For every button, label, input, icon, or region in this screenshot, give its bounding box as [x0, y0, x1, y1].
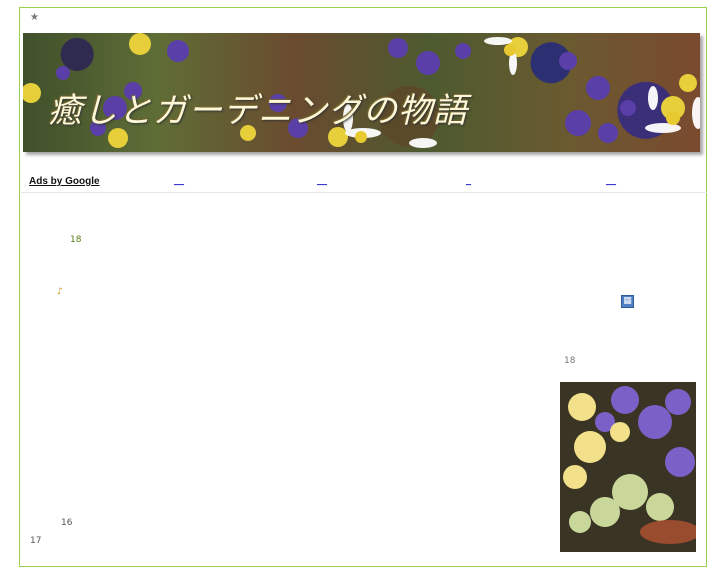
music-note-icon: ♪	[57, 287, 63, 297]
pansy-image	[560, 382, 696, 552]
site-title[interactable]: 癒しとガーデニングの物語	[48, 83, 468, 132]
ads-by-google-link[interactable]: Ads by Google	[29, 176, 100, 187]
sidebar-date: 18	[564, 356, 576, 366]
day-label-16: 16	[61, 518, 73, 528]
ad-link-3[interactable]: _	[466, 175, 471, 186]
calendar-icon[interactable]: ▦	[621, 295, 634, 308]
ads-bar: Ads by Google __ __ _ __	[21, 174, 707, 193]
header-banner[interactable]: 癒しとガーデニングの物語	[23, 33, 700, 152]
ad-link-1[interactable]: __	[174, 175, 184, 186]
star-icon: ★	[30, 12, 39, 23]
ad-link-4[interactable]: __	[606, 175, 616, 186]
post-date: 18	[70, 235, 82, 245]
pansy-photo[interactable]	[560, 382, 696, 552]
ad-link-2[interactable]: __	[317, 175, 327, 186]
